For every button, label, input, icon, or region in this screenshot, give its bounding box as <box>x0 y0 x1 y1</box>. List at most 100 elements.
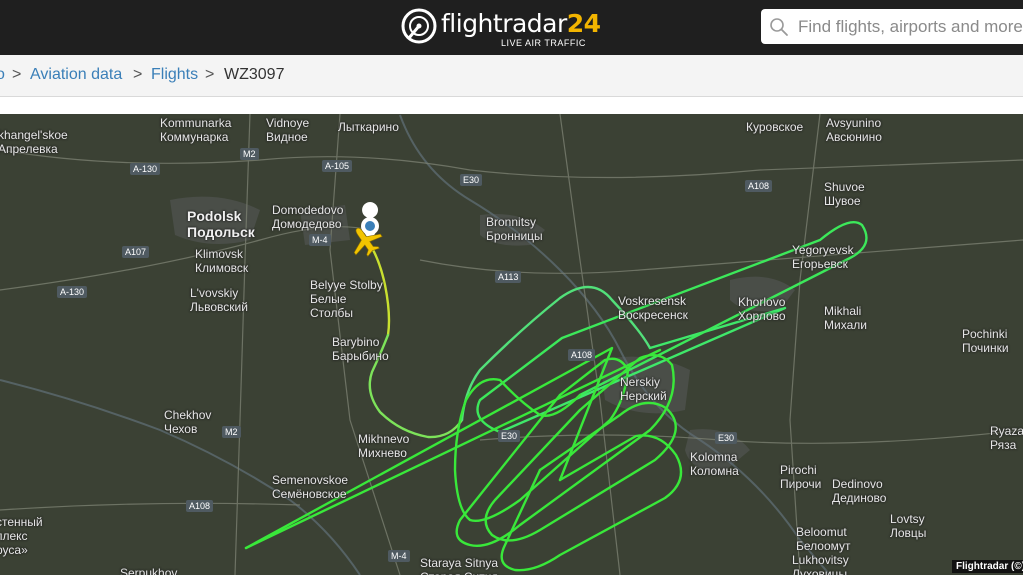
place-label-line: Хорлово <box>738 309 786 323</box>
place-label-pochinki: Pochinki Починки <box>962 327 1009 355</box>
place-label-kommunarka: Kommunarka Коммунарка <box>160 116 231 144</box>
place-label-line: Нерский <box>620 389 667 403</box>
place-label-mikhali: Mikhali Михали <box>824 304 867 332</box>
place-label-serpukhov: Serpukhov <box>120 566 177 575</box>
place-label-line: Kommunarka <box>160 116 232 130</box>
page-gap <box>0 97 1023 114</box>
place-label-line: Дединово <box>832 491 887 505</box>
place-label-line: Semenovskoe <box>272 473 349 487</box>
place-label-line: Pirochi <box>780 463 817 477</box>
place-label-line: Михали <box>824 318 867 332</box>
road-shield-a108c: A108 <box>186 500 214 512</box>
place-label-mikhnevo: Mikhnevo Михнево <box>358 432 409 460</box>
place-label-line: Dedinovo <box>832 477 883 491</box>
place-label-line: Ряза <box>990 438 1017 452</box>
place-label-domodedovo: Domodedovo Домодедово <box>272 203 343 231</box>
breadcrumb-item-home[interactable]: o <box>0 66 5 84</box>
place-label-line: Barybino <box>332 335 380 349</box>
place-label-line: Belyye Stolby <box>310 278 383 292</box>
road-shield-a130b: A-130 <box>57 286 88 298</box>
place-label-line: плекс <box>0 529 28 543</box>
place-label-line: Yegoryevsk <box>792 243 854 257</box>
place-label-line: Барыбино <box>332 349 389 363</box>
place-label-line: Voskresensk <box>618 294 687 308</box>
place-label-line: Львовский <box>190 300 248 314</box>
place-label-line: Mikhali <box>824 304 862 318</box>
place-label-line: Чехов <box>164 422 198 436</box>
place-label-line: Семёновское <box>272 487 347 501</box>
place-label-line: Бронницы <box>486 229 543 243</box>
place-label-lytkarino: Лыткарино <box>338 120 399 134</box>
place-label-line: Климовск <box>195 261 249 275</box>
place-label-line: Vidnoye <box>266 116 310 130</box>
search-icon <box>770 18 788 36</box>
road-shield-a107: A107 <box>122 246 150 258</box>
place-label-line: Pochinki <box>962 327 1008 341</box>
place-label-line: стенный <box>0 515 43 529</box>
place-label-lovtsy: Lovtsy Ловцы <box>890 512 926 540</box>
breadcrumb: o > Aviation data > Flights > WZ3097 <box>0 55 1023 97</box>
place-label-leftedge: стенныйплексруса» <box>0 515 43 557</box>
place-label-line: khangel'skoe <box>0 128 68 142</box>
road-shield-m2a: M2 <box>240 148 259 160</box>
place-label-line: Lovtsy <box>890 512 925 526</box>
breadcrumb-item-flights[interactable]: Flights <box>151 66 198 84</box>
place-label-nerskiy: Nerskiy Нерский <box>620 375 667 403</box>
place-label-klimovsk: Klimovsk Климовск <box>195 247 248 275</box>
breadcrumb-item-aviation-data[interactable]: Aviation data <box>30 66 122 84</box>
place-label-line: Shuvoe <box>824 180 865 194</box>
place-label-line: Починки <box>962 341 1009 355</box>
place-label-pirochi: Pirochi Пирочи <box>780 463 821 491</box>
road-shield-a108a: A108 <box>745 180 773 192</box>
flightradar24-logo[interactable]: flightradar24 LIVE AIR TRAFFIC <box>401 6 601 50</box>
place-label-line: Chekhov <box>164 408 212 422</box>
place-label-voskresensk: Voskresensk Воскресенск <box>618 294 688 322</box>
place-label-yegoryevsk: Yegoryevsk Егорьевск <box>792 243 854 271</box>
road-shield-a130a: A-130 <box>130 163 161 175</box>
place-label-line: Белоомут <box>796 539 851 553</box>
map-view[interactable]: Kommunarka Коммунарка Vidnoye Видное Лыткари… <box>0 114 1023 575</box>
place-label-line: Klimovsk <box>195 247 244 261</box>
map-layer <box>0 114 1023 575</box>
place-label-line: Domodedovo <box>272 203 344 217</box>
place-label-line: Куровское <box>746 120 804 134</box>
place-label-line: Луховицы <box>792 567 848 575</box>
place-label-kolomna: Kolomna Коломна <box>690 450 739 478</box>
place-label-lvovskiy: L'vovskiy Львовский <box>190 286 248 314</box>
place-label-line: Khorlovo <box>738 295 786 309</box>
place-label-line: Подольск <box>187 224 255 240</box>
radar-logo-icon <box>401 8 437 44</box>
place-label-line: Шувое <box>824 194 861 208</box>
top-bar: flightradar24 LIVE AIR TRAFFIC Find flig… <box>0 0 1023 55</box>
place-label-dedinovo: Dedinovo Дединово <box>832 477 886 505</box>
place-label-line: Лыткарино <box>338 120 399 134</box>
road-shield-e30c: E30 <box>498 430 521 442</box>
road-shield-a108b: A108 <box>568 349 596 361</box>
place-label-line: Столбы <box>310 306 353 320</box>
place-label-line: Lukhovitsy <box>792 553 849 567</box>
place-label-line: Serpukhov <box>120 566 178 575</box>
breadcrumb-separator: > <box>205 66 215 83</box>
place-label-staraya: Staraya SitnyaСтарая Ситня <box>420 556 498 575</box>
place-label-line: Апрелевка <box>0 142 58 156</box>
place-label-line: Авсюнино <box>826 130 882 144</box>
map-credit: Flightradar (©) <box>952 560 1023 573</box>
place-label-shuvoe: Shuvoe Шувое <box>824 180 865 208</box>
place-label-line: Nerskiy <box>620 375 661 389</box>
place-label-line: Kolomna <box>690 450 738 464</box>
place-label-line: Beloomut <box>796 525 847 539</box>
place-label-line: Ловцы <box>890 526 927 540</box>
place-label-line: Домодедово <box>272 217 342 231</box>
search-input[interactable]: Find flights, airports and more <box>761 9 1023 44</box>
place-label-khangelskoe: khangel'skoe Апрелевка <box>0 128 68 156</box>
logo-wordmark: flightradar24 <box>441 9 601 38</box>
search-placeholder: Find flights, airports and more <box>798 17 1023 36</box>
place-label-lukhovitsy: Lukhovitsy Луховицы <box>792 553 849 575</box>
logo-tagline: LIVE AIR TRAFFIC <box>501 38 586 48</box>
road-shield-m2b: M2 <box>222 426 241 438</box>
road-shield-e30b: E30 <box>715 432 738 444</box>
place-label-line: Пирочи <box>780 477 822 491</box>
place-label-line: Егорьевск <box>792 257 848 271</box>
place-label-line: Mikhnevo <box>358 432 410 446</box>
place-label-kurovskoe: Куровское <box>746 120 803 134</box>
